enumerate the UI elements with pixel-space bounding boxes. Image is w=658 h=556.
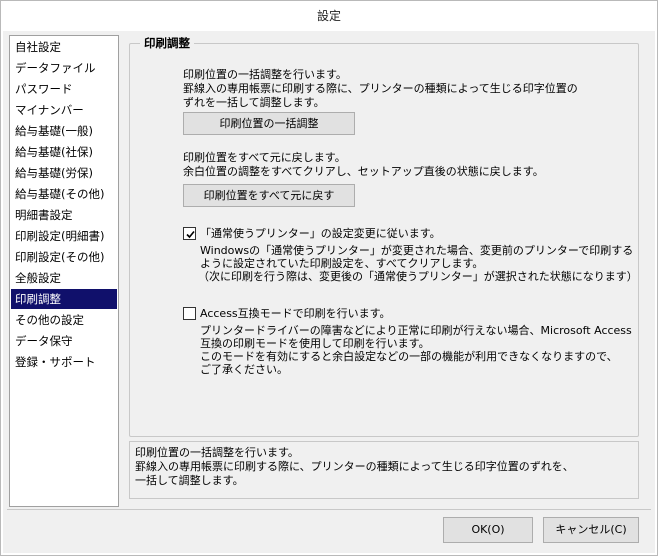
- default-printer-desc-line1: Windowsの「通常使うプリンター」が変更された場合、変更前のプリンターで印刷…: [200, 244, 634, 257]
- sidebar-item-salary-social[interactable]: 給与基礎(社保): [11, 142, 117, 162]
- sidebar-item-other-settings[interactable]: その他の設定: [11, 310, 117, 330]
- default-printer-desc-line2: ように設定されていた印刷設定を、すべてクリアします。: [200, 257, 484, 270]
- sidebar-item-print-other[interactable]: 印刷設定(その他): [11, 247, 117, 267]
- access-mode-label[interactable]: Access互換モードで印刷を行います。: [200, 307, 391, 321]
- access-mode-checkbox[interactable]: [183, 307, 196, 320]
- sidebar-item-company[interactable]: 自社設定: [11, 37, 117, 57]
- dialog-client-area: 自社設定 データファイル パスワード マイナンバー 給与基礎(一般) 給与基礎(…: [3, 31, 655, 553]
- description-line3: 一括して調整します。: [135, 474, 244, 487]
- reset-desc-line1: 印刷位置をすべて元に戻します。: [183, 151, 346, 164]
- access-mode-desc-line3: このモードを有効にすると余白設定などの一部の機能が利用できなくなりますので、: [200, 350, 618, 363]
- reset-position-button[interactable]: 印刷位置をすべて元に戻す: [183, 184, 355, 207]
- settings-dialog: 設定 自社設定 データファイル パスワード マイナンバー 給与基礎(一般) 給与…: [0, 0, 658, 556]
- sidebar-item-statement[interactable]: 明細書設定: [11, 205, 117, 225]
- access-mode-desc-line2: 互換の印刷モードを使用して印刷を行います。: [200, 337, 430, 350]
- group-title: 印刷調整: [140, 35, 194, 51]
- sidebar-item-general[interactable]: 全般設定: [11, 268, 117, 288]
- sidebar-item-data-file[interactable]: データファイル: [11, 58, 117, 78]
- category-list[interactable]: 自社設定 データファイル パスワード マイナンバー 給与基礎(一般) 給与基礎(…: [9, 35, 119, 507]
- batch-desc-line1: 印刷位置の一括調整を行います。: [183, 68, 347, 81]
- sidebar-item-salary-other[interactable]: 給与基礎(その他): [11, 184, 117, 204]
- sidebar-item-salary-labor[interactable]: 給与基礎(労保): [11, 163, 117, 183]
- access-mode-desc-line1: プリンタードライバーの障害などにより正常に印刷が行えない場合、Microsoft…: [200, 324, 632, 337]
- ok-button[interactable]: OK(O): [443, 517, 533, 543]
- sidebar-item-salary-general[interactable]: 給与基礎(一般): [11, 121, 117, 141]
- batch-desc-line2: 罫線入の専用帳票に印刷する際に、プリンターの種類によって生じる印字位置の: [183, 82, 578, 95]
- default-printer-checkbox[interactable]: [183, 227, 196, 240]
- reset-desc-line2: 余白位置の調整をすべてクリアし、セットアップ直後の状態に戻します。: [183, 165, 544, 178]
- sidebar-item-print-adjust[interactable]: 印刷調整: [11, 289, 117, 309]
- description-line1: 印刷位置の一括調整を行います。: [135, 446, 299, 459]
- footer-separator: [7, 509, 651, 510]
- description-line2: 罫線入の専用帳票に印刷する際に、プリンターの種類によって生じる印字位置のずれを、: [135, 460, 574, 473]
- default-printer-desc-line3: （次に印刷を行う際は、変更後の「通常使うプリンター」が選択された状態になります）: [198, 270, 638, 283]
- window-title: 設定: [1, 1, 657, 31]
- sidebar-item-my-number[interactable]: マイナンバー: [11, 100, 117, 120]
- access-mode-desc-line4: ご了承ください。: [200, 363, 288, 376]
- sidebar-item-registration[interactable]: 登録・サポート: [11, 352, 117, 372]
- sidebar-item-print-statement[interactable]: 印刷設定(明細書): [11, 226, 117, 246]
- batch-adjust-button[interactable]: 印刷位置の一括調整: [183, 112, 355, 135]
- batch-desc-line3: ずれを一括して調整します。: [183, 96, 325, 109]
- default-printer-label[interactable]: 「通常使うプリンター」の設定変更に従います。: [200, 227, 441, 241]
- sidebar-item-password[interactable]: パスワード: [11, 79, 117, 99]
- sidebar-item-data-maintenance[interactable]: データ保守: [11, 331, 117, 351]
- cancel-button[interactable]: キャンセル(C): [543, 517, 639, 543]
- checkmark-icon: [186, 230, 195, 239]
